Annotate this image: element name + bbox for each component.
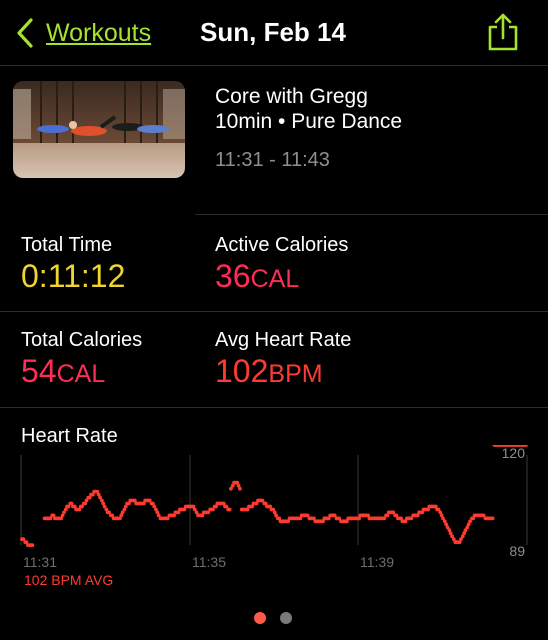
metric-label: Total Calories (21, 329, 143, 351)
metric-label: Active Calories (215, 234, 349, 256)
page-dot-active[interactable] (254, 612, 266, 624)
heart-rate-avg-label: 102 BPM AVG (24, 572, 113, 588)
divider (0, 311, 548, 312)
heart-rate-point (227, 507, 232, 512)
x-tick-label: 11:39 (360, 554, 394, 570)
metric-avg-heart-rate: Avg Heart Rate 102BPM (215, 328, 351, 393)
heart-rate-chart[interactable]: 11:31 11:35 11:39 120 89 102 BPM AVG (0, 445, 548, 595)
page-indicator (254, 612, 294, 624)
metric-active-calories: Active Calories 36CAL (215, 233, 348, 298)
metric-value: 54CAL (21, 353, 106, 389)
heart-rate-points (20, 445, 528, 547)
heart-rate-point (30, 543, 35, 547)
metric-value: 102BPM (215, 353, 323, 389)
heart-rate-point (490, 516, 495, 521)
divider (0, 407, 548, 408)
navigation-bar: Workouts Sun, Feb 14 (0, 0, 548, 66)
metric-label: Avg Heart Rate (215, 329, 352, 351)
y-tick-label: 120 (502, 445, 526, 461)
metric-total-calories: Total Calories 54CAL (21, 328, 142, 393)
metric-value: 0:11:12 (21, 258, 126, 294)
workout-video-image (13, 81, 185, 178)
y-tick-label: 89 (509, 543, 525, 559)
share-icon[interactable] (486, 12, 520, 52)
metric-label: Total Time (21, 234, 113, 256)
page-title: Sun, Feb 14 (200, 17, 346, 47)
workout-meta: 10min • Pure Dance (215, 110, 403, 133)
x-tick-label: 11:31 (23, 554, 57, 570)
x-tick-label: 11:35 (192, 554, 226, 570)
heart-rate-point (238, 486, 242, 491)
divider (195, 214, 548, 215)
metric-total-time: Total Time 0:11:12 (21, 233, 125, 295)
page-dot[interactable] (280, 612, 292, 624)
workout-time-range: 11:31 - 11:43 (215, 149, 330, 171)
workout-thumbnail[interactable] (13, 81, 185, 178)
workout-name: Core with Gregg (215, 85, 368, 108)
metric-value: 36CAL (215, 258, 300, 294)
